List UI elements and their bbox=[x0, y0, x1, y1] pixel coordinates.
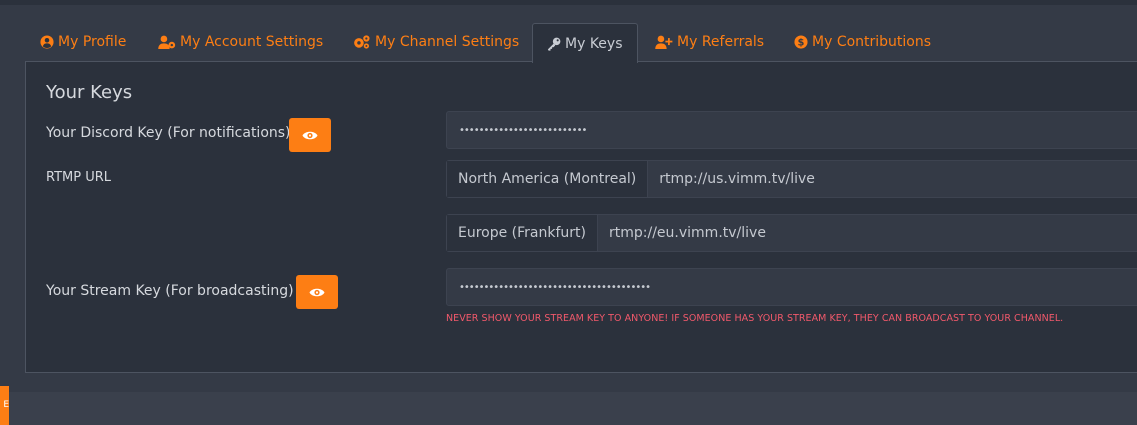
tab-label: My Channel Settings bbox=[375, 34, 520, 50]
dollar-coin-icon: $ bbox=[794, 35, 808, 49]
keys-content: Your Keys Your Discord Key (For notifica… bbox=[25, 61, 1137, 373]
section-title: Your Keys bbox=[46, 82, 133, 103]
tab-my-referrals[interactable]: My Referrals bbox=[641, 23, 778, 61]
discord-key-label: Your Discord Key (For notifications) bbox=[46, 125, 291, 141]
rtmp-url-north-america: rtmp://us.vimm.tv/live bbox=[659, 171, 815, 187]
user-cog-icon bbox=[158, 35, 176, 49]
footer-strip bbox=[0, 392, 1137, 425]
cogs-icon bbox=[354, 35, 370, 49]
show-stream-key-button[interactable] bbox=[296, 275, 338, 309]
discord-key-value: •••••••••••••••••••••••••• bbox=[459, 124, 587, 136]
user-circle-icon bbox=[40, 35, 54, 49]
tab-label: My Contributions bbox=[812, 34, 932, 50]
side-tab[interactable]: E bbox=[0, 386, 9, 425]
tab-my-channel-settings[interactable]: My Channel Settings bbox=[339, 23, 533, 61]
rtmp-url-field-north-america[interactable]: North America (Montreal) rtmp://us.vimm.… bbox=[446, 160, 1137, 198]
tab-my-profile[interactable]: My Profile bbox=[26, 23, 140, 61]
stream-key-field[interactable]: ••••••••••••••••••••••••••••••••••••••• bbox=[446, 268, 1137, 306]
svg-text:$: $ bbox=[798, 38, 805, 49]
tab-my-keys[interactable]: My Keys bbox=[532, 23, 638, 63]
rtmp-region-north-america: North America (Montreal) bbox=[447, 161, 649, 197]
eye-icon bbox=[309, 288, 325, 296]
user-plus-icon bbox=[655, 35, 673, 49]
eye-icon bbox=[302, 131, 318, 139]
tab-label: My Keys bbox=[565, 35, 623, 52]
tab-my-account-settings[interactable]: My Account Settings bbox=[144, 23, 337, 61]
rtmp-region-europe: Europe (Frankfurt) bbox=[447, 215, 599, 251]
stream-key-value: ••••••••••••••••••••••••••••••••••••••• bbox=[459, 281, 651, 293]
rtmp-url-europe: rtmp://eu.vimm.tv/live bbox=[609, 225, 766, 241]
rtmp-url-label: RTMP URL bbox=[46, 170, 112, 185]
key-icon bbox=[547, 37, 561, 51]
rtmp-url-field-europe[interactable]: Europe (Frankfurt) rtmp://eu.vimm.tv/liv… bbox=[446, 214, 1137, 252]
stream-key-warning: NEVER SHOW YOUR STREAM KEY TO ANYONE! IF… bbox=[446, 313, 1064, 324]
stream-key-label: Your Stream Key (For broadcasting) bbox=[46, 283, 294, 299]
discord-key-field[interactable]: •••••••••••••••••••••••••• bbox=[446, 111, 1137, 149]
tab-label: My Profile bbox=[58, 34, 127, 50]
tab-my-contributions[interactable]: $ My Contributions bbox=[780, 23, 945, 61]
tab-label: My Referrals bbox=[677, 34, 765, 50]
tab-label: My Account Settings bbox=[180, 34, 324, 50]
show-discord-key-button[interactable] bbox=[289, 118, 331, 152]
